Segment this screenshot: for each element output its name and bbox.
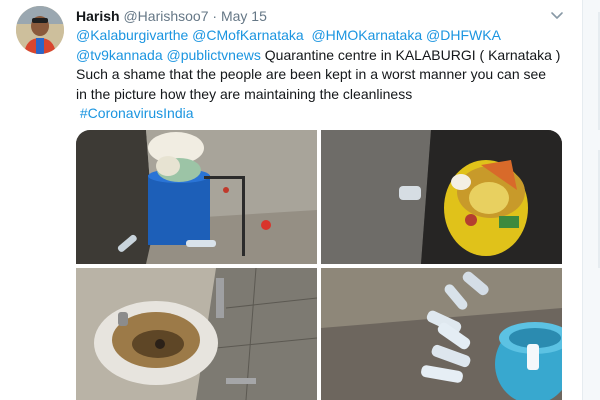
- mention-link[interactable]: @CMofKarnataka: [192, 27, 303, 43]
- tweet-line-3: Such a shame that the people are been ke…: [76, 66, 547, 82]
- tweet-line-4: in the picture how they are maintaining …: [76, 85, 413, 102]
- tweet-text: @Kalaburgivarthe @CMofKarnataka @HMOKarn…: [76, 26, 576, 124]
- mention-link[interactable]: @Kalaburgivarthe: [76, 27, 188, 43]
- tweet-line-2: @tv9kannada @publictvnews Quarantine cen…: [76, 46, 576, 66]
- photo-bottles-floor[interactable]: [321, 268, 562, 400]
- tweet-card[interactable]: Harish @Harishsoo7 · May 15 @Kalaburgiva…: [0, 0, 583, 400]
- photo-yellow-bin[interactable]: [321, 130, 562, 264]
- mention-link[interactable]: @DHFWKA: [426, 27, 501, 43]
- author-handle[interactable]: @Harishsoo7: [123, 8, 208, 24]
- chevron-down-icon[interactable]: [549, 8, 565, 24]
- avatar[interactable]: [16, 6, 64, 54]
- mention-link[interactable]: @HMOKarnataka: [311, 27, 422, 43]
- separator-dot: ·: [212, 8, 218, 24]
- photo-grid: [76, 130, 562, 400]
- mention-link[interactable]: @publictvnews: [167, 47, 261, 63]
- author-name[interactable]: Harish: [76, 8, 120, 24]
- photo-corner-bin[interactable]: [76, 130, 317, 264]
- mention-link[interactable]: @tv9kannada: [76, 47, 163, 63]
- avatar-photo: [16, 6, 64, 54]
- tweet-header: Harish @Harishsoo7 · May 15: [76, 6, 267, 26]
- tweet-date[interactable]: May 15: [221, 8, 267, 24]
- tweet-text-segment: Quarantine centre in KALABURGI ( Karnata…: [264, 46, 561, 63]
- tweet-line-1: @Kalaburgivarthe @CMofKarnataka @HMOKarn…: [76, 26, 576, 46]
- tweet-line-5: #CoronavirusIndia: [76, 104, 576, 124]
- photo-dirty-sink[interactable]: [76, 268, 317, 400]
- hashtag-link[interactable]: #CoronavirusIndia: [80, 105, 194, 121]
